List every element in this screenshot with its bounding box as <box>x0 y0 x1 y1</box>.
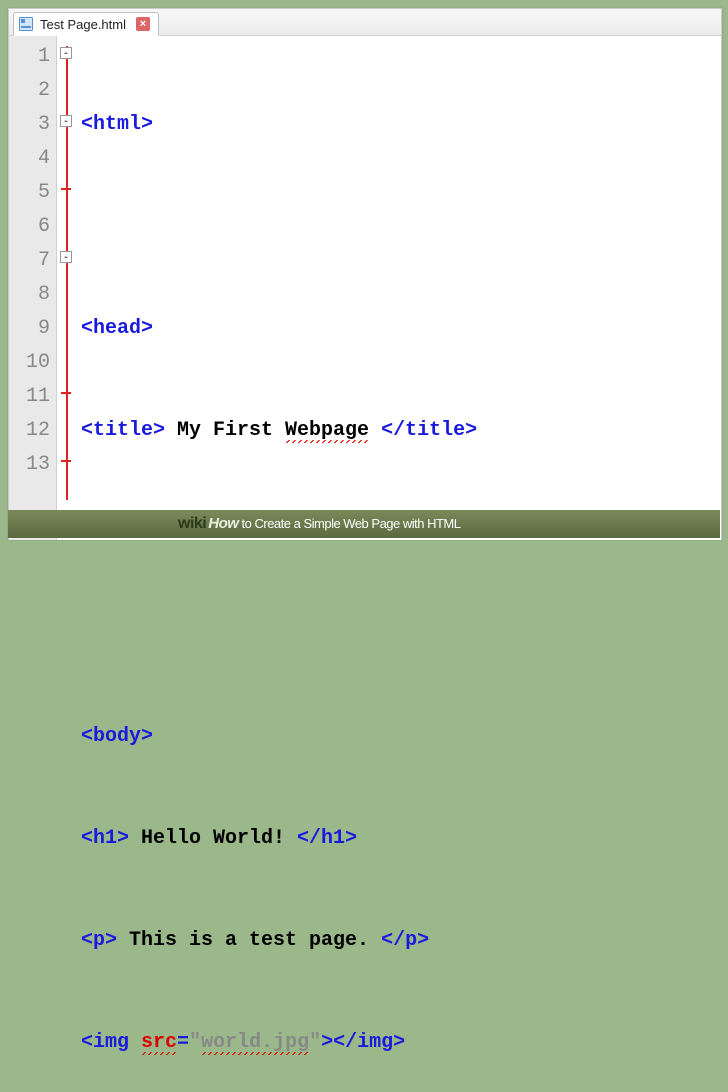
line-number: 12 <box>9 414 50 448</box>
code-line: <html> <box>81 108 721 142</box>
fold-end-marker <box>61 392 71 394</box>
code-line <box>81 210 721 244</box>
line-number: 3 <box>9 108 50 142</box>
line-number: 6 <box>9 210 50 244</box>
line-number: 4 <box>9 142 50 176</box>
fold-toggle[interactable]: - <box>60 115 72 127</box>
watermark-footer: wikiHow to Create a Simple Web Page with… <box>8 510 720 538</box>
line-number: 8 <box>9 278 50 312</box>
line-number: 2 <box>9 74 50 108</box>
code-line: <body> <box>81 720 721 754</box>
code-line: <h1> Hello World! </h1> <box>81 822 721 856</box>
fold-end-marker <box>61 188 71 190</box>
tab-bar: Test Page.html × <box>9 9 721 36</box>
line-number: 7 <box>9 244 50 278</box>
fold-end-marker <box>61 460 71 462</box>
tab-filename: Test Page.html <box>40 17 126 32</box>
line-number-gutter: 1 2 3 4 5 6 7 8 9 10 11 12 13 <box>9 36 57 540</box>
file-tab[interactable]: Test Page.html × <box>13 12 159 36</box>
file-icon <box>18 16 34 32</box>
fold-toggle[interactable]: - <box>60 251 72 263</box>
editor-window: Test Page.html × 1 2 3 4 5 6 7 8 9 10 11… <box>8 8 722 540</box>
line-number: 13 <box>9 448 50 482</box>
fold-column: - - - <box>59 36 75 540</box>
line-number: 5 <box>9 176 50 210</box>
code-line <box>81 618 721 652</box>
code-area[interactable]: <html> <head> <title> My First Webpage <… <box>75 36 721 540</box>
code-line: <img src="world.jpg"></img> <box>81 1026 721 1060</box>
line-number: 1 <box>9 40 50 74</box>
close-icon[interactable]: × <box>136 17 150 31</box>
code-line: <title> My First Webpage </title> <box>81 414 721 448</box>
code-line: <head> <box>81 312 721 346</box>
code-line: <p> This is a test page. </p> <box>81 924 721 958</box>
line-number: 9 <box>9 312 50 346</box>
line-number: 10 <box>9 346 50 380</box>
fold-toggle[interactable]: - <box>60 47 72 59</box>
line-number: 11 <box>9 380 50 414</box>
brand-logo: wikiHow to Create a Simple Web Page with… <box>178 515 461 533</box>
editor-body: 1 2 3 4 5 6 7 8 9 10 11 12 13 - - - <htm… <box>9 36 721 540</box>
